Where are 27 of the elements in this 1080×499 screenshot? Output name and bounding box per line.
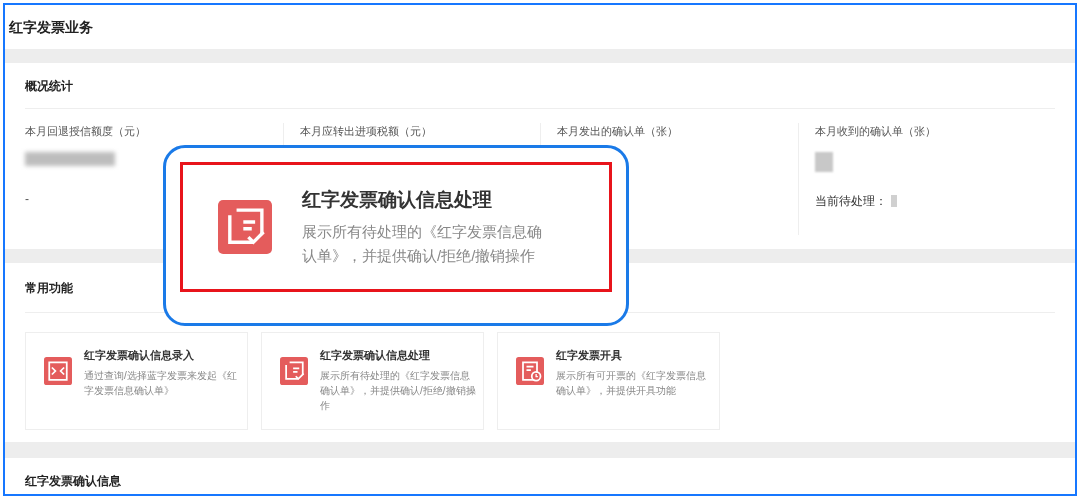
function-card[interactable]: 红字发票开具 展示所有可开票的《红字发票信息确认单》，并提供开具功能 [497, 332, 720, 430]
ticket-arrows-icon [44, 357, 72, 385]
pending-label: 当前待处理： [814, 192, 887, 210]
card-title: 红字发票开具 [556, 348, 623, 363]
card-title: 红字发票确认信息处理 [320, 348, 431, 363]
blurred-value [890, 194, 897, 207]
section-title: 概况统计 [25, 77, 73, 95]
card-description: 通过查询/选择蓝字发票来发起《红字发票信息确认单》 [84, 368, 238, 398]
card-description: 展示所有待处理的《红字发票信息确认单》，并提供确认/拒绝/撤销操作 [320, 368, 477, 413]
stat-label: 本月发出的确认单（张） [557, 124, 679, 139]
stat-label: 本月收到的确认单（张） [814, 124, 937, 139]
function-card[interactable]: 红字发票确认信息处理 展示所有待处理的《红字发票信息确认单》，并提供确认/拒绝/撤销操作 [261, 332, 484, 430]
card-title: 红字发票确认信息录入 [84, 348, 195, 363]
section-title: 红字发票确认信息 [25, 474, 121, 488]
function-card[interactable]: 红字发票确认信息录入 通过查询/选择蓝字发票来发起《红字发票信息确认单》 [25, 332, 248, 430]
document-clock-icon [516, 357, 544, 385]
document-check-icon [280, 357, 308, 385]
page-title: 红字发票业务 [9, 17, 93, 37]
callout-title: 红字发票确认信息处理 [302, 187, 493, 212]
stat-value: - [25, 190, 30, 208]
stat-label: 本月应转出进项税额（元） [299, 124, 433, 139]
stat-label: 本月回退授信额度（元） [25, 124, 147, 139]
card-description: 展示所有可开票的《红字发票信息确认单》，并提供开具功能 [556, 368, 707, 398]
blurred-value [814, 151, 833, 172]
section-title: 常用功能 [25, 279, 73, 297]
callout-description: 展示所有待处理的《红字发票信息确认单》，并提供确认/拒绝/撤销操作 [302, 222, 543, 267]
document-check-icon [218, 200, 272, 254]
